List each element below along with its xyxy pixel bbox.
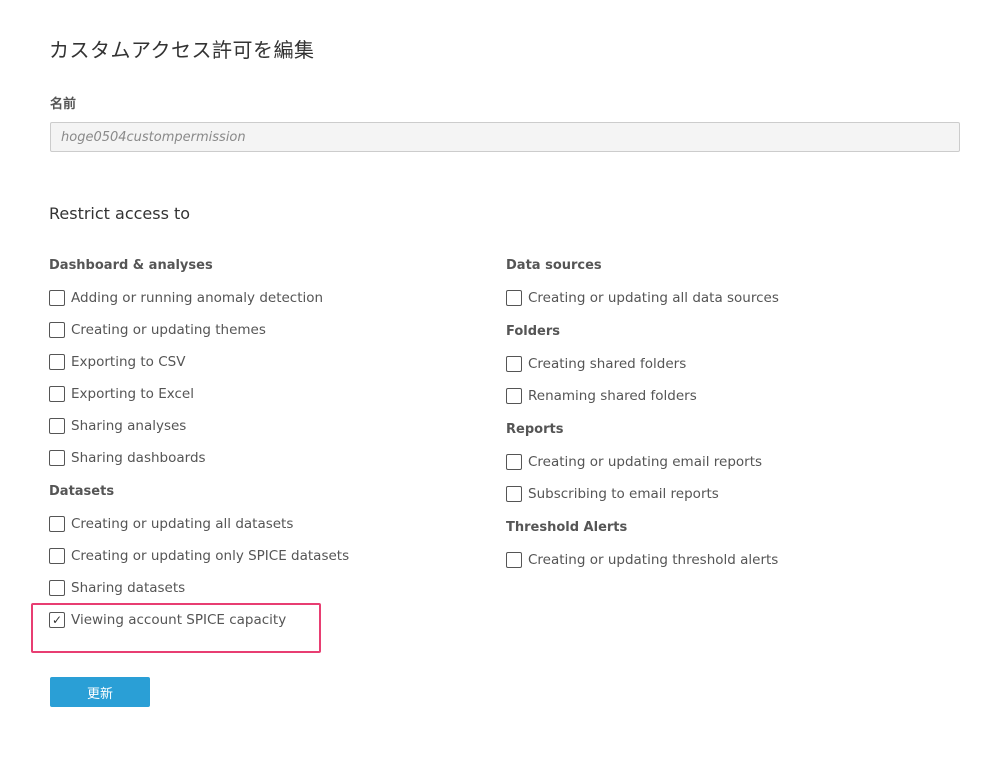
checkbox-threshold-alerts[interactable] (506, 552, 522, 568)
checkbox-export-excel[interactable] (49, 386, 65, 402)
name-input[interactable] (50, 122, 960, 152)
checkbox-themes[interactable] (49, 322, 65, 338)
permission-row-export-csv[interactable]: Exporting to CSV (49, 346, 349, 378)
checkbox-spice-datasets[interactable] (49, 548, 65, 564)
checkbox-sharing-datasets[interactable] (49, 580, 65, 596)
permission-row-rename-folders[interactable]: Renaming shared folders (506, 380, 779, 412)
group-title: Threshold Alerts (506, 520, 628, 535)
permission-label: Sharing dashboards (71, 450, 206, 466)
permission-row-themes[interactable]: Creating or updating themes (49, 314, 349, 346)
checkbox-export-csv[interactable] (49, 354, 65, 370)
permission-row-sharing-analyses[interactable]: Sharing analyses (49, 410, 349, 442)
checkbox-rename-folders[interactable] (506, 388, 522, 404)
permission-row-all-datasets[interactable]: Creating or updating all datasets (49, 508, 349, 540)
permission-label: Exporting to CSV (71, 354, 186, 370)
permission-row-spice-capacity[interactable]: ✓ Viewing account SPICE capacity (49, 604, 349, 636)
checkbox-subscribe-reports[interactable] (506, 486, 522, 502)
checkbox-sharing-dashboards[interactable] (49, 450, 65, 466)
permission-label: Viewing account SPICE capacity (71, 612, 287, 628)
permission-row-export-excel[interactable]: Exporting to Excel (49, 378, 349, 410)
checkbox-email-reports[interactable] (506, 454, 522, 470)
update-button[interactable]: 更新 (50, 677, 150, 707)
group-datasets: Datasets Creating or updating all datase… (49, 483, 349, 636)
group-folders: Folders Creating shared folders Renaming… (506, 323, 779, 412)
checkbox-anomaly-detection[interactable] (49, 290, 65, 306)
name-field-label: 名前 (50, 97, 77, 112)
group-title: Datasets (49, 484, 115, 499)
permission-label: Creating or updating all data sources (528, 290, 779, 306)
right-permission-column: Data sources Creating or updating all da… (506, 257, 779, 585)
permission-row-threshold-alerts[interactable]: Creating or updating threshold alerts (506, 544, 779, 576)
permission-row-data-sources[interactable]: Creating or updating all data sources (506, 282, 779, 314)
group-threshold-alerts: Threshold Alerts Creating or updating th… (506, 519, 779, 576)
group-title: Data sources (506, 258, 602, 273)
permission-label: Adding or running anomaly detection (71, 290, 324, 306)
checkbox-data-sources[interactable] (506, 290, 522, 306)
permission-row-sharing-datasets[interactable]: Sharing datasets (49, 572, 349, 604)
permission-label: Creating or updating all datasets (71, 516, 294, 532)
group-data-sources: Data sources Creating or updating all da… (506, 257, 779, 314)
checkbox-create-folders[interactable] (506, 356, 522, 372)
permission-row-subscribe-reports[interactable]: Subscribing to email reports (506, 478, 779, 510)
checkbox-spice-capacity[interactable]: ✓ (49, 612, 65, 628)
permission-label: Subscribing to email reports (528, 486, 719, 502)
group-reports: Reports Creating or updating email repor… (506, 421, 779, 510)
permission-label: Creating shared folders (528, 356, 687, 372)
permission-row-spice-datasets[interactable]: Creating or updating only SPICE datasets (49, 540, 349, 572)
page-title: カスタムアクセス許可を編集 (49, 38, 315, 62)
permission-label: Creating or updating themes (71, 322, 266, 338)
permission-row-create-folders[interactable]: Creating shared folders (506, 348, 779, 380)
permission-label: Sharing datasets (71, 580, 186, 596)
checkmark-icon: ✓ (51, 613, 63, 627)
permission-label: Creating or updating email reports (528, 454, 763, 470)
group-title: Reports (506, 422, 564, 437)
group-title: Dashboard & analyses (49, 258, 213, 273)
permission-row-email-reports[interactable]: Creating or updating email reports (506, 446, 779, 478)
permission-label: Creating or updating threshold alerts (528, 552, 779, 568)
left-permission-column: Dashboard & analyses Adding or running a… (49, 257, 349, 645)
permission-label: Exporting to Excel (71, 386, 194, 402)
permission-label: Sharing analyses (71, 418, 187, 434)
permission-label: Creating or updating only SPICE datasets (71, 548, 350, 564)
permission-row-anomaly-detection[interactable]: Adding or running anomaly detection (49, 282, 349, 314)
group-title: Folders (506, 324, 561, 339)
restrict-access-title: Restrict access to (49, 204, 191, 223)
checkbox-all-datasets[interactable] (49, 516, 65, 532)
group-dashboard-analyses: Dashboard & analyses Adding or running a… (49, 257, 349, 474)
permission-label: Renaming shared folders (528, 388, 697, 404)
permission-row-sharing-dashboards[interactable]: Sharing dashboards (49, 442, 349, 474)
checkbox-sharing-analyses[interactable] (49, 418, 65, 434)
